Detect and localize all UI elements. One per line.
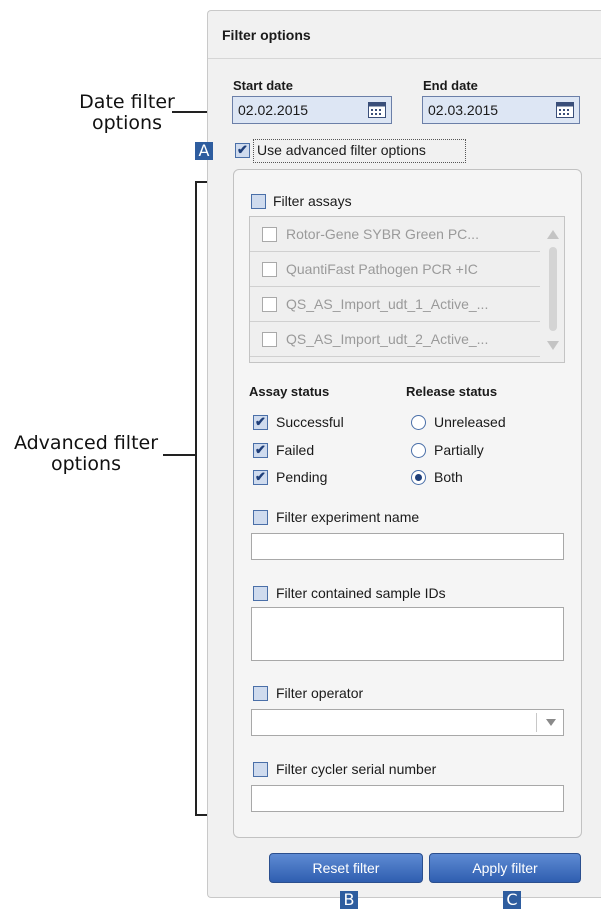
filter-sample-ids-checkbox[interactable] (253, 586, 268, 601)
end-date-label: End date (423, 78, 478, 93)
filter-operator-label: Filter operator (276, 685, 364, 701)
unreleased-radio[interactable] (411, 415, 426, 430)
failed-checkbox[interactable]: ✔ (253, 443, 268, 458)
filter-cycler-label: Filter cycler serial number (276, 761, 437, 777)
scroll-up-icon (547, 230, 559, 239)
assay-label: QuantiFast Pathogen PCR +IC (286, 261, 478, 277)
advanced-callout-connector (163, 454, 196, 456)
radio-selected-dot (415, 474, 422, 481)
filter-experiment-name-checkbox[interactable] (253, 510, 268, 525)
filter-cycler-checkbox[interactable] (253, 762, 268, 777)
filter-operator-checkbox[interactable] (253, 686, 268, 701)
assay-status-label: Assay status (249, 384, 330, 399)
scroll-thumb (549, 247, 557, 331)
end-date-field[interactable]: 02.03.2015 (422, 96, 580, 124)
experiment-name-input[interactable] (251, 533, 564, 560)
advanced-bracket (195, 181, 197, 816)
assay-label: Rotor-Gene SYBR Green PC... (286, 226, 479, 242)
list-item[interactable]: QuantiFast Pathogen PCR +IC (250, 252, 540, 287)
checkmark-icon: ✔ (237, 142, 248, 157)
calendar-icon[interactable] (368, 102, 386, 118)
select-divider (536, 713, 537, 732)
start-date-label: Start date (233, 78, 293, 93)
badge-c: C (503, 891, 521, 909)
filter-experiment-name-label: Filter experiment name (276, 509, 420, 525)
calendar-icon[interactable] (556, 102, 574, 118)
use-advanced-label: Use advanced filter options (257, 142, 426, 158)
list-item[interactable]: QS_AS_Import_udt_2_Active_... (250, 322, 540, 357)
sample-ids-textarea[interactable] (251, 607, 564, 661)
both-radio[interactable] (411, 470, 426, 485)
partially-radio[interactable] (411, 443, 426, 458)
checkmark-icon: ✔ (255, 469, 266, 484)
list-item[interactable]: QS_AS_Import_udt_1_Active_... (250, 287, 540, 322)
release-status-label: Release status (406, 384, 498, 399)
operator-select[interactable] (251, 709, 564, 736)
advanced-filter-callout: Advanced filter options (6, 433, 166, 475)
assay-label: QS_AS_Import_udt_1_Active_... (286, 296, 489, 312)
both-label: Both (434, 469, 463, 485)
partially-label: Partially (434, 442, 484, 458)
list-item[interactable]: Rotor-Gene SYBR Green PC... (250, 217, 540, 252)
assay-label: QS_AS_Import_udt_2_Active_... (286, 331, 489, 347)
date-filter-callout: Date filter options (77, 92, 177, 134)
checkmark-icon: ✔ (255, 442, 266, 457)
successful-label: Successful (276, 414, 344, 430)
callout-line-2: options (51, 453, 121, 475)
assay-checkbox[interactable] (262, 262, 277, 277)
panel-title: Filter options (222, 27, 311, 43)
chevron-down-icon[interactable] (546, 719, 556, 727)
filter-assays-label: Filter assays (273, 193, 352, 209)
failed-label: Failed (276, 442, 315, 458)
assay-checkbox[interactable] (262, 297, 277, 312)
panel-header: Filter options (208, 11, 601, 59)
callout-line-1: Date filter (79, 91, 175, 113)
start-date-field[interactable]: 02.02.2015 (232, 96, 392, 124)
filter-sample-ids-label: Filter contained sample IDs (276, 585, 446, 601)
cycler-serial-input[interactable] (251, 785, 564, 812)
pending-checkbox[interactable]: ✔ (253, 470, 268, 485)
start-date-value: 02.02.2015 (238, 102, 309, 118)
assay-checkbox[interactable] (262, 227, 277, 242)
list-scrollbar[interactable] (542, 217, 564, 362)
assay-checkbox[interactable] (262, 332, 277, 347)
apply-filter-button[interactable]: Apply filter (429, 853, 581, 883)
unreleased-label: Unreleased (434, 414, 506, 430)
pending-label: Pending (276, 469, 328, 485)
checkmark-icon: ✔ (255, 414, 266, 429)
scroll-down-icon (547, 341, 559, 350)
badge-b: B (340, 891, 358, 909)
reset-filter-button[interactable]: Reset filter (269, 853, 423, 883)
end-date-value: 02.03.2015 (428, 102, 499, 118)
badge-a: A (195, 142, 213, 160)
filter-assays-checkbox[interactable] (251, 194, 266, 209)
use-advanced-checkbox[interactable]: ✔ (235, 143, 250, 158)
assays-list[interactable]: Rotor-Gene SYBR Green PC... QuantiFast P… (249, 216, 565, 363)
callout-line-1: Advanced filter (13, 432, 159, 454)
successful-checkbox[interactable]: ✔ (253, 415, 268, 430)
callout-line-2: options (92, 112, 162, 134)
